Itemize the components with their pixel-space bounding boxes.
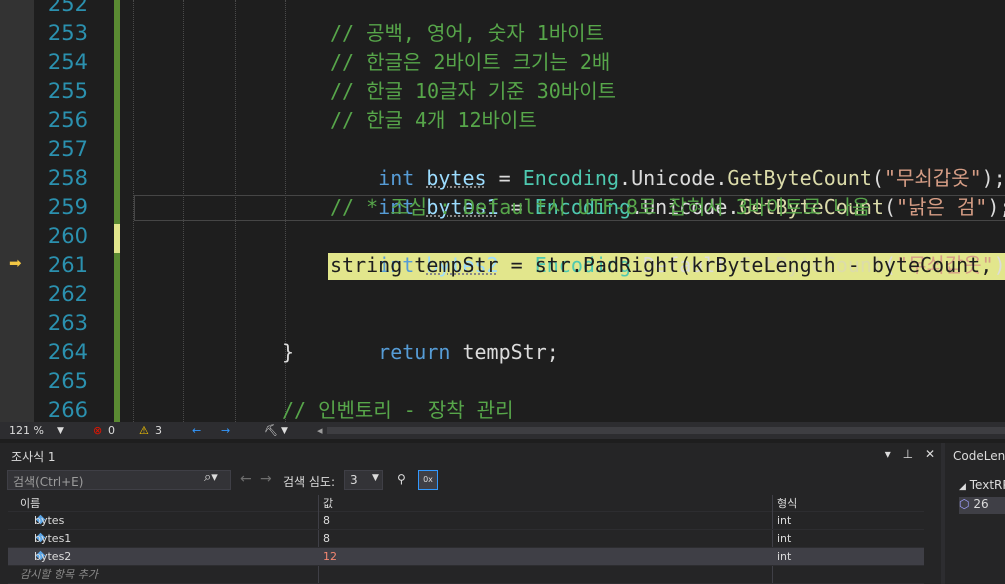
add-watch-placeholder[interactable]: 감시할 항목 추가: [8, 566, 318, 583]
window-position-icon[interactable]: ▾: [885, 447, 891, 461]
column-header-value[interactable]: 값: [318, 495, 772, 512]
panel-title-controls: ▾ ⊥ ✕: [877, 447, 935, 461]
search-depth-label: 검색 심도:: [283, 475, 336, 489]
hex-display-toggle-icon[interactable]: 0x: [418, 470, 438, 490]
table-header: 이름 값 형식: [8, 495, 924, 512]
watch-panel-title[interactable]: 조사식 1: [11, 448, 56, 465]
line-number: 258: [47, 166, 88, 190]
add-watch-row[interactable]: 감시할 항목 추가: [8, 566, 924, 584]
code-line-comment[interactable]: // 공백, 영어, 숫자 1바이트: [330, 19, 604, 48]
watch-table: 이름 값 형식 bytes 8 int bytes1 8 int bytes2 …: [8, 495, 924, 584]
empty-cell: [772, 566, 924, 583]
table-row-selected[interactable]: bytes2 12 int: [8, 548, 924, 566]
pin-source-icon[interactable]: ⚲: [397, 472, 406, 486]
line-number: 257: [47, 137, 88, 161]
watch-name[interactable]: bytes1: [8, 530, 318, 547]
reference-icon: ⬡: [959, 497, 970, 511]
return-expression: tempStr;: [450, 340, 559, 364]
line-number: 254: [47, 50, 88, 74]
codelens-panel: CodeLens ◢ TextRPG ⬡ 26: [945, 443, 1005, 584]
watch-type: int: [772, 548, 924, 565]
code-line-comment[interactable]: // 한글 4개 12바이트: [330, 106, 537, 135]
watch-name[interactable]: bytes: [8, 512, 318, 529]
column-header-type[interactable]: 형식: [772, 495, 924, 512]
error-icon[interactable]: ⊗: [93, 424, 102, 437]
chevron-down-icon[interactable]: ▼: [372, 473, 379, 483]
code-line-return[interactable]: return tempStr;: [330, 309, 559, 364]
line-number: 256: [47, 108, 88, 132]
line-number: 259: [47, 195, 88, 219]
watch-type: int: [772, 512, 924, 529]
horizontal-scrollbar[interactable]: [327, 427, 1005, 434]
watch-value-changed[interactable]: 12: [318, 548, 772, 565]
zoom-dropdown-icon[interactable]: ▼: [57, 426, 64, 436]
navigate-back-icon[interactable]: ←: [192, 424, 201, 437]
line-number: 266: [47, 398, 88, 422]
unsaved-change-marker: [114, 224, 120, 253]
empty-cell: [318, 566, 772, 583]
code-line-bytes[interactable]: int bytes = Encoding.Unicode.GetByteCoun…: [330, 135, 1005, 190]
codelens-tree-item[interactable]: ◢ TextRPG: [959, 478, 1005, 492]
editor-status-bar: 121 % ▼ ⊗ 0 ⚠ 3 ← → ⛏ ▼ ◂: [0, 422, 1005, 439]
search-next-icon[interactable]: →: [260, 471, 272, 487]
line-number: 253: [47, 21, 88, 45]
table-row[interactable]: bytes1 8 int: [8, 530, 924, 548]
search-input[interactable]: 검색(Ctrl+E): [7, 470, 231, 490]
search-icon[interactable]: ⌕▾: [204, 470, 218, 485]
warning-icon[interactable]: ⚠: [139, 424, 149, 437]
close-icon[interactable]: ✕: [925, 447, 935, 461]
navigate-forward-icon[interactable]: →: [221, 424, 230, 437]
code-line-comment[interactable]: // 인벤토리 - 장착 관리: [282, 396, 514, 422]
line-number: 255: [47, 79, 88, 103]
watch-toolbar: 검색(Ctrl+E) ⌕▾ ← → 검색 심도: 3 ▼ ⚲ 0x: [0, 470, 941, 492]
paren: (: [883, 195, 896, 219]
line-number: 264: [47, 340, 88, 364]
code-editor[interactable]: ➡ 252 253 254 255 256 257 258 259 260 26…: [0, 0, 1005, 422]
codelens-sub-item[interactable]: ⬡ 26: [959, 497, 1005, 514]
scroll-left-icon[interactable]: ◂: [317, 424, 323, 437]
watch-panel: 조사식 1 ▾ ⊥ ✕ 검색(Ctrl+E) ⌕▾ ← → 검색 심도: 3 ▼…: [0, 443, 941, 584]
code-line-current-statement[interactable]: string tempStr = str.PadRight(krByteLeng…: [330, 251, 992, 280]
cleanup-brush-icon[interactable]: ⛏: [264, 424, 278, 437]
table-row[interactable]: bytes 8 int: [8, 512, 924, 530]
column-header-name[interactable]: 이름: [8, 495, 318, 512]
line-number: 263: [47, 311, 88, 335]
error-count[interactable]: 0: [108, 424, 115, 437]
watch-type: int: [772, 530, 924, 547]
line-number: 252: [47, 0, 88, 16]
string-literal: "낡은 검": [895, 195, 988, 219]
collapse-arrow-icon[interactable]: ◢: [959, 482, 966, 492]
search-previous-icon[interactable]: ←: [240, 471, 252, 487]
change-tracking-bar: [114, 0, 120, 422]
code-line-bytes2[interactable]: int bytes2 = Encoding.Default.GetByteCou…: [330, 222, 1005, 277]
codelens-panel-title[interactable]: CodeLens: [953, 449, 1005, 463]
line-number: 265: [47, 369, 88, 393]
code-line-close-brace[interactable]: }: [282, 338, 294, 367]
execution-pointer-icon[interactable]: ➡: [9, 254, 22, 272]
code-line-comment[interactable]: // * 조심 : Default시 UTF-8로 잡혀서 3바이트로 나옴: [330, 193, 870, 222]
line-number: 261: [47, 253, 88, 277]
pin-icon[interactable]: ⊥: [903, 447, 913, 461]
chevron-down-icon[interactable]: ▼: [281, 426, 288, 436]
codelens-sub-label: 26: [973, 497, 989, 511]
paren: );: [993, 253, 1005, 277]
watch-value[interactable]: 8: [318, 512, 772, 529]
code-line-comment[interactable]: // 한글 10글자 기준 30바이트: [330, 77, 616, 106]
paren: );: [987, 195, 1005, 219]
code-line-bytes1[interactable]: int bytes1 = Encoding.Unicode.GetByteCou…: [330, 164, 1005, 219]
zoom-level[interactable]: 121 %: [9, 424, 44, 437]
warning-count[interactable]: 3: [155, 424, 162, 437]
line-number: 262: [47, 282, 88, 306]
watch-value[interactable]: 8: [318, 530, 772, 547]
indicator-margin[interactable]: [0, 0, 34, 422]
code-line-comment[interactable]: // 한글은 2바이트 크기는 2배: [330, 48, 610, 77]
keyword-return: return: [378, 340, 451, 364]
watch-name[interactable]: bytes2: [8, 548, 318, 565]
codelens-item-label: TextRPG: [969, 478, 1005, 492]
line-number: 260: [47, 224, 88, 248]
